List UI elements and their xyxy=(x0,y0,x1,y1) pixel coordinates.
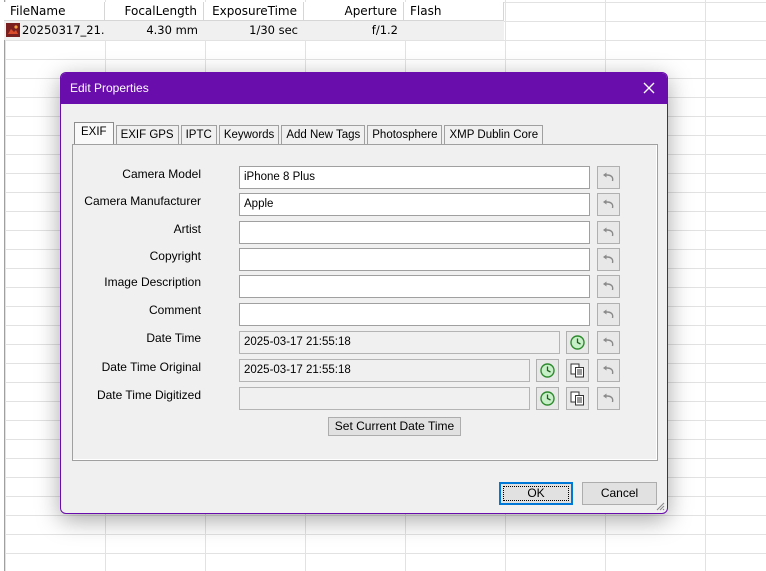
image-file-icon xyxy=(6,23,20,37)
artist-field[interactable] xyxy=(239,221,590,244)
undo-arrow-icon xyxy=(603,199,614,209)
tab-keywords[interactable]: Keywords xyxy=(218,125,280,145)
cell-aperture: f/1.2 xyxy=(371,23,398,37)
column-header-aperture[interactable]: Aperture xyxy=(304,2,404,21)
file-list-header: FileName FocalLength ExposureTime Apertu… xyxy=(4,2,504,21)
date-time-digitized-field[interactable] xyxy=(239,387,530,410)
filename-text: 20250317_21... xyxy=(22,23,105,37)
comment-field[interactable] xyxy=(239,303,590,326)
undo-camera-manufacturer-button[interactable] xyxy=(597,193,620,216)
cell-flash xyxy=(404,21,504,40)
tab-add-new-tags[interactable]: Add New Tags xyxy=(281,125,366,145)
undo-arrow-icon xyxy=(603,254,614,264)
camera-model-field[interactable]: iPhone 8 Plus xyxy=(239,166,590,189)
undo-copyright-button[interactable] xyxy=(597,248,620,271)
undo-arrow-icon xyxy=(603,281,614,291)
cell-exposure-time: 1/30 sec xyxy=(249,23,298,37)
undo-camera-model-button[interactable] xyxy=(597,166,620,189)
tab-exif[interactable]: EXIF xyxy=(74,122,114,145)
copyright-field[interactable] xyxy=(239,248,590,271)
date-time-clock-button[interactable] xyxy=(566,331,589,354)
image-description-label: Image Description xyxy=(104,275,201,289)
tab-xmp-dublin-core[interactable]: XMP Dublin Core xyxy=(444,125,544,145)
table-row[interactable]: 20250317_21... 4.30 mm 1/30 sec f/1.2 xyxy=(4,21,504,40)
camera-manufacturer-label: Camera Manufacturer xyxy=(84,194,201,208)
undo-artist-button[interactable] xyxy=(597,221,620,244)
ok-focus-rect xyxy=(503,486,569,501)
undo-date-time-button[interactable] xyxy=(597,331,620,354)
resize-grip-icon[interactable] xyxy=(655,501,665,511)
artist-label: Artist xyxy=(173,222,201,236)
date-time-original-clock-button[interactable] xyxy=(536,359,559,382)
undo-arrow-icon xyxy=(603,172,614,182)
date-time-digitized-clock-button[interactable] xyxy=(536,387,559,410)
date-time-original-field[interactable]: 2025-03-17 21:55:18 xyxy=(239,359,530,382)
cell-filename: 20250317_21... xyxy=(4,21,105,40)
tab-iptc[interactable]: IPTC xyxy=(180,125,217,145)
undo-arrow-icon xyxy=(603,393,614,403)
tab-strip: EXIF EXIF GPS IPTC Keywords Add New Tags… xyxy=(74,122,545,145)
exif-tab-panel: Camera Model iPhone 8 Plus Camera Manufa… xyxy=(72,144,658,461)
copyright-label: Copyright xyxy=(149,249,201,263)
cell-focal-length: 4.30 mm xyxy=(146,23,198,37)
close-icon xyxy=(643,82,655,94)
tab-photosphere[interactable]: Photosphere xyxy=(367,125,443,145)
column-header-exposuretime[interactable]: ExposureTime xyxy=(204,2,304,21)
date-time-label: Date Time xyxy=(146,331,201,345)
date-time-digitized-label: Date Time Digitized xyxy=(96,388,201,402)
image-description-field[interactable] xyxy=(239,275,590,298)
column-header-filename[interactable]: FileName xyxy=(4,2,105,21)
clock-icon xyxy=(540,363,555,378)
cancel-button[interactable]: Cancel xyxy=(582,482,657,505)
set-current-date-time-button[interactable]: Set Current Date Time xyxy=(328,417,461,436)
ok-button[interactable]: OK xyxy=(499,482,573,505)
date-time-original-copy-button[interactable] xyxy=(566,359,589,382)
dialog-title: Edit Properties xyxy=(70,81,149,95)
undo-comment-button[interactable] xyxy=(597,303,620,326)
date-time-digitized-copy-button[interactable] xyxy=(566,387,589,410)
copy-icon xyxy=(570,363,584,378)
date-time-original-label: Date Time Original xyxy=(101,360,201,374)
edit-properties-dialog: Edit Properties EXIF EXIF GPS IPTC Keywo… xyxy=(60,72,668,514)
tab-exif-gps[interactable]: EXIF GPS xyxy=(115,125,179,145)
clock-icon xyxy=(540,391,555,406)
undo-arrow-icon xyxy=(603,337,614,347)
undo-arrow-icon xyxy=(603,309,614,319)
undo-image-description-button[interactable] xyxy=(597,275,620,298)
close-button[interactable] xyxy=(631,73,667,104)
camera-manufacturer-field[interactable]: Apple xyxy=(239,193,590,216)
column-header-flash[interactable]: Flash xyxy=(404,2,504,21)
dialog-titlebar[interactable]: Edit Properties xyxy=(61,73,667,104)
undo-arrow-icon xyxy=(603,365,614,375)
column-header-focallength[interactable]: FocalLength xyxy=(105,2,204,21)
date-time-field[interactable]: 2025-03-17 21:55:18 xyxy=(239,331,560,354)
undo-arrow-icon xyxy=(603,227,614,237)
copy-icon xyxy=(570,391,584,406)
comment-label: Comment xyxy=(148,303,201,317)
undo-date-time-digitized-button[interactable] xyxy=(597,387,620,410)
camera-model-label: Camera Model xyxy=(122,167,201,181)
clock-icon xyxy=(570,335,585,350)
undo-date-time-original-button[interactable] xyxy=(597,359,620,382)
